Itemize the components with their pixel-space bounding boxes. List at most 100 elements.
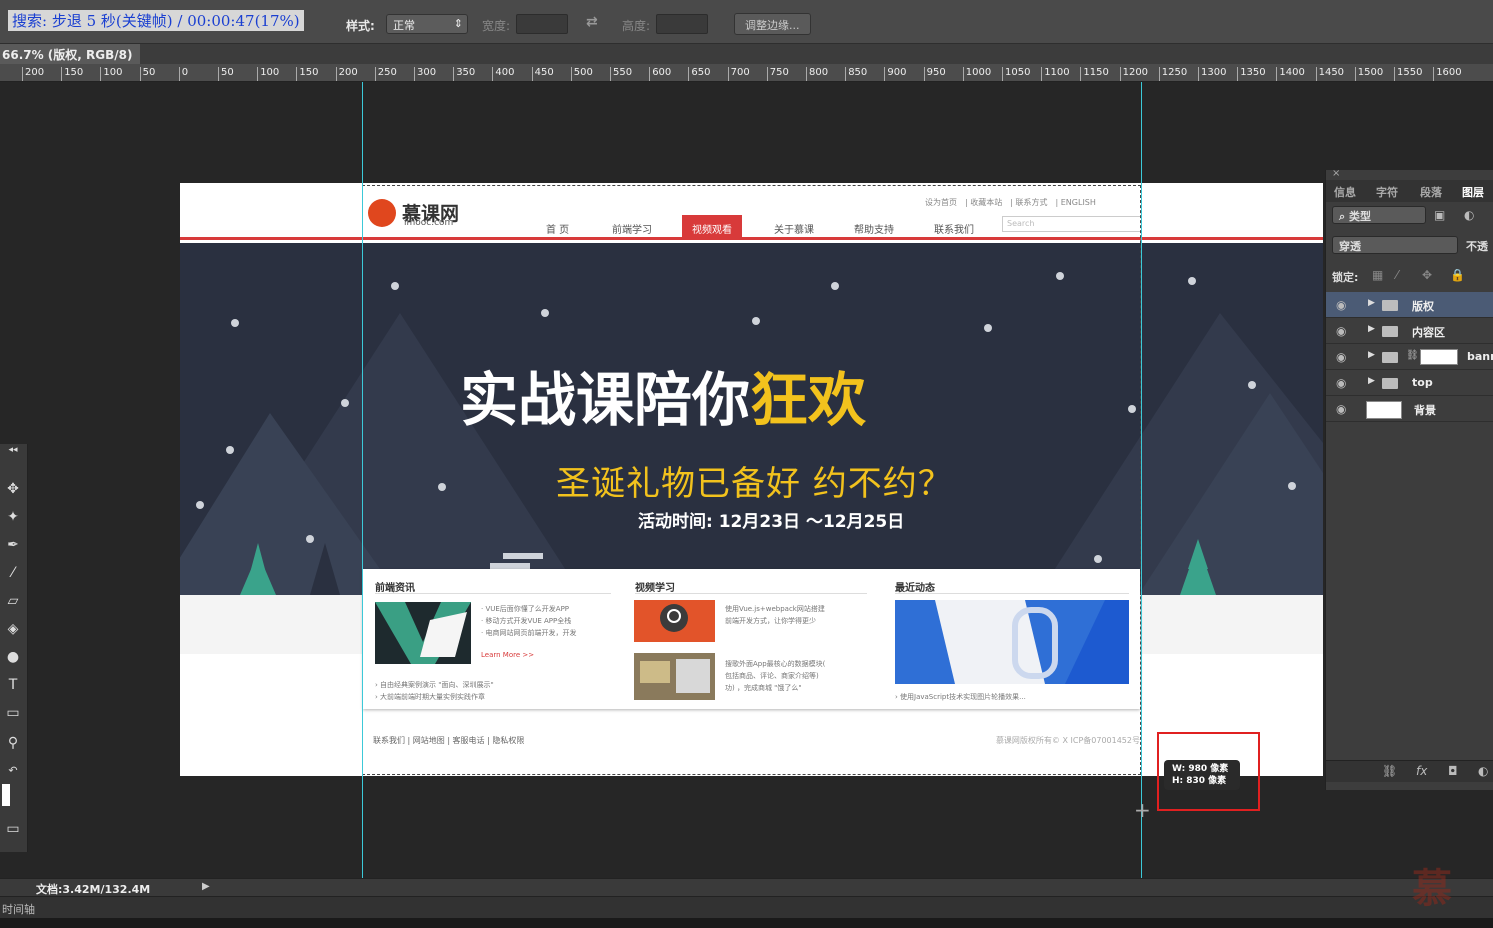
ruler-tick: 750 (766, 67, 789, 81)
news-line: · 电商网站网页前端开发，开发 (481, 629, 577, 637)
banner-date: 活动时间: 12月23日 ～12月25日 (638, 512, 905, 532)
bottom-strip (0, 918, 1493, 928)
highlight-frame (1157, 732, 1260, 811)
eye-icon[interactable]: ◉ (1336, 402, 1346, 416)
layer-name: 背景 (1414, 404, 1436, 417)
lock-brush-icon[interactable]: ⁄ (1396, 268, 1398, 282)
column-title: 视频学习 (635, 583, 675, 594)
layer-row[interactable]: ◉ ▶ ⛓ banner (1326, 344, 1493, 370)
brush-icon[interactable]: ⁄ (2, 562, 24, 584)
ruler-tick: 1200 (1119, 67, 1148, 81)
style-select-value: 正常 (393, 19, 415, 32)
eye-icon[interactable]: ◉ (1336, 324, 1346, 338)
eye-icon[interactable]: ◉ (1336, 376, 1346, 390)
top-link: 联系方式 (1015, 198, 1048, 207)
tab-info[interactable]: 信息 (1334, 184, 1356, 200)
news-line: · VUE后面你懂了么开发APP (481, 605, 570, 613)
link-icon: ⛓ (1406, 350, 1419, 361)
lock-label: 锁定: (1332, 271, 1359, 284)
layer-row[interactable]: ◉ 背景 (1326, 396, 1493, 422)
zoom-tool-icon[interactable]: ⚲ (2, 732, 24, 754)
video-line: 功) ，完成商城 "饿了么" (725, 684, 802, 692)
ruler-tick: 100 (257, 67, 279, 81)
tab-character[interactable]: 字符 (1376, 184, 1398, 200)
options-bar: 搜索: 步退 5 秒(关键帧) / 00:00:47(17%) 样式: 正常 ⇕… (0, 0, 1493, 44)
ruler-tick: 250 (374, 67, 397, 81)
logo-subtext: imooc.com (404, 218, 454, 228)
layers-panel: × 信息 字符 段落 图层 ⌕ 类型 ▣ ◐ 穿透 不透 锁定: ▦ ⁄ ✥ 🔒… (1325, 168, 1493, 790)
eyedropper-icon[interactable]: ✒ (2, 534, 24, 556)
type-tool-icon[interactable]: T (2, 674, 24, 696)
panel-tabs: 信息 字符 段落 图层 (1326, 180, 1493, 202)
news-bottom-line: › 自由经典案例演示 "面向、深圳展示" (375, 681, 494, 689)
eraser-icon[interactable]: ▱ (2, 590, 24, 612)
eye-icon[interactable]: ◉ (1336, 298, 1346, 312)
ruler-tick: 1050 (1002, 67, 1030, 81)
layer-name: 版权 (1412, 300, 1434, 313)
ruler-tick: 150 (296, 67, 318, 81)
height-field[interactable] (656, 14, 708, 34)
expand-arrow-icon[interactable]: ▶ (1368, 298, 1375, 308)
layer-row[interactable]: ◉ ▶ 版权 (1326, 292, 1493, 318)
dodge-icon[interactable]: ● (2, 646, 24, 668)
video-thumbnail (634, 653, 715, 700)
vertical-guide[interactable] (1141, 82, 1142, 878)
swap-icon[interactable]: ⇄ (586, 14, 598, 30)
status-menu-arrow-icon[interactable]: ▶ (202, 881, 210, 892)
tab-layers[interactable]: 图层 (1462, 184, 1484, 200)
banner-title-highlight: 狂欢 (750, 366, 867, 434)
ruler-tick: 1400 (1276, 67, 1305, 81)
style-select[interactable]: 正常 ⇕ (386, 14, 468, 34)
foreground-color-swatch[interactable] (2, 784, 24, 806)
divider (375, 593, 611, 594)
image-filter-icon[interactable]: ▣ (1434, 208, 1445, 222)
folder-icon (1382, 326, 1398, 337)
layer-filter-value: 类型 (1349, 210, 1372, 223)
ruler-tick: 0 (178, 67, 188, 81)
width-field[interactable] (516, 14, 568, 34)
content-panel: 前端资讯 · VUE后面你懂了么开发APP · 移动方式开发VUE APP全栈 … (363, 569, 1140, 709)
timeline-label[interactable]: 时间轴 (2, 901, 35, 917)
tab-paragraph[interactable]: 段落 (1420, 184, 1442, 200)
banner-title-main: 实战课陪你 (460, 366, 751, 434)
move-tool-icon[interactable]: ✥ (2, 478, 24, 500)
fx-icon[interactable]: fx (1416, 764, 1427, 778)
adjustment-filter-icon[interactable]: ◐ (1464, 208, 1474, 222)
ruler-tick: 150 (61, 67, 83, 81)
vertical-guide[interactable] (362, 82, 363, 878)
news-thumbnail (375, 602, 471, 664)
layer-filter-select[interactable]: ⌕ 类型 (1332, 206, 1426, 224)
ruler-tick: 50 (139, 67, 155, 81)
magic-wand-icon[interactable]: ✦ (2, 506, 24, 528)
expand-arrow-icon[interactable]: ▶ (1368, 350, 1375, 360)
add-mask-icon[interactable]: ◘ (1448, 764, 1458, 778)
nav-item-active: 视频观看 (682, 215, 742, 239)
horizontal-ruler[interactable]: 200 150 100 50 0 50 100 150 200 250 300 350 400 450 50… (0, 64, 1493, 82)
adjustment-layer-icon[interactable]: ◐ (1478, 764, 1488, 778)
link-layers-icon[interactable]: ⛓ (1382, 764, 1397, 778)
layer-row[interactable]: ◉ ▶ 内容区 (1326, 318, 1493, 344)
document-tab[interactable]: 66.7% (版权, RGB/8) (0, 44, 141, 64)
rectangle-tool-icon[interactable]: ▭ (2, 702, 24, 724)
nav-item: 关于慕课 (774, 225, 814, 236)
screen-mode-icon[interactable]: ▭ (2, 818, 24, 840)
refine-edge-button[interactable]: 调整边缘... (734, 13, 811, 35)
blend-mode-select[interactable]: 穿透 (1332, 236, 1458, 254)
crosshair-cursor-icon: + (1134, 798, 1151, 822)
ruler-tick: 450 (531, 67, 554, 81)
document-canvas[interactable]: 慕课网 imooc.com 设为首页 | 收藏本站 | 联系方式 | ENGLISH … (180, 183, 1323, 776)
swap-colors-icon[interactable]: ↶ (2, 760, 24, 782)
eye-icon[interactable]: ◉ (1336, 350, 1346, 364)
close-icon[interactable]: × (1332, 168, 1340, 179)
layer-row[interactable]: ◉ ▶ top (1326, 370, 1493, 396)
lock-pixels-icon[interactable]: ▦ (1372, 268, 1383, 282)
expand-arrow-icon[interactable]: ▶ (1368, 376, 1375, 386)
layers-panel-footer: ⛓ fx ◘ ◐ (1326, 760, 1493, 782)
video-line: 前端开发方式，让你学得更少 (725, 617, 816, 625)
paint-bucket-icon[interactable]: ◈ (2, 618, 24, 640)
lock-position-icon[interactable]: ✥ (1422, 268, 1432, 282)
opacity-label: 不透 (1466, 240, 1488, 253)
collapse-icon[interactable]: ◂◂ (2, 444, 24, 456)
expand-arrow-icon[interactable]: ▶ (1368, 324, 1375, 334)
lock-all-icon[interactable]: 🔒 (1450, 268, 1465, 282)
